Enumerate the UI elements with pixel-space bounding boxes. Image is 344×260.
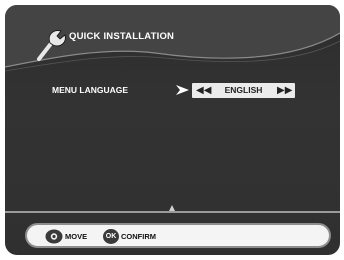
footer-hint-bar: MOVE OK CONFIRM: [25, 223, 331, 248]
tool-icon: [37, 30, 66, 61]
divider-marker-icon: [169, 205, 175, 211]
selection-arrow-icon: [176, 85, 189, 95]
hint-confirm-label: CONFIRM: [121, 232, 156, 241]
footer-divider: [5, 211, 340, 213]
menu-language-selector[interactable]: ◀◀ ENGLISH ▶▶: [192, 83, 295, 98]
next-option-icon[interactable]: ▶▶: [277, 85, 292, 96]
osd-screen: QUICK INSTALLATION MENU LANGUAGE ◀◀ ENGL…: [5, 5, 340, 255]
hint-move: MOVE: [45, 229, 87, 244]
menu-language-label: MENU LANGUAGE: [52, 85, 129, 95]
ok-button-icon: OK: [103, 229, 119, 244]
page-title: QUICK INSTALLATION: [69, 31, 175, 42]
hint-confirm: OK CONFIRM: [103, 229, 156, 244]
previous-option-icon[interactable]: ◀◀: [196, 85, 211, 96]
hint-move-label: MOVE: [65, 232, 88, 241]
menu-language-value: ENGLISH: [224, 85, 263, 95]
dpad-icon: [45, 229, 63, 244]
